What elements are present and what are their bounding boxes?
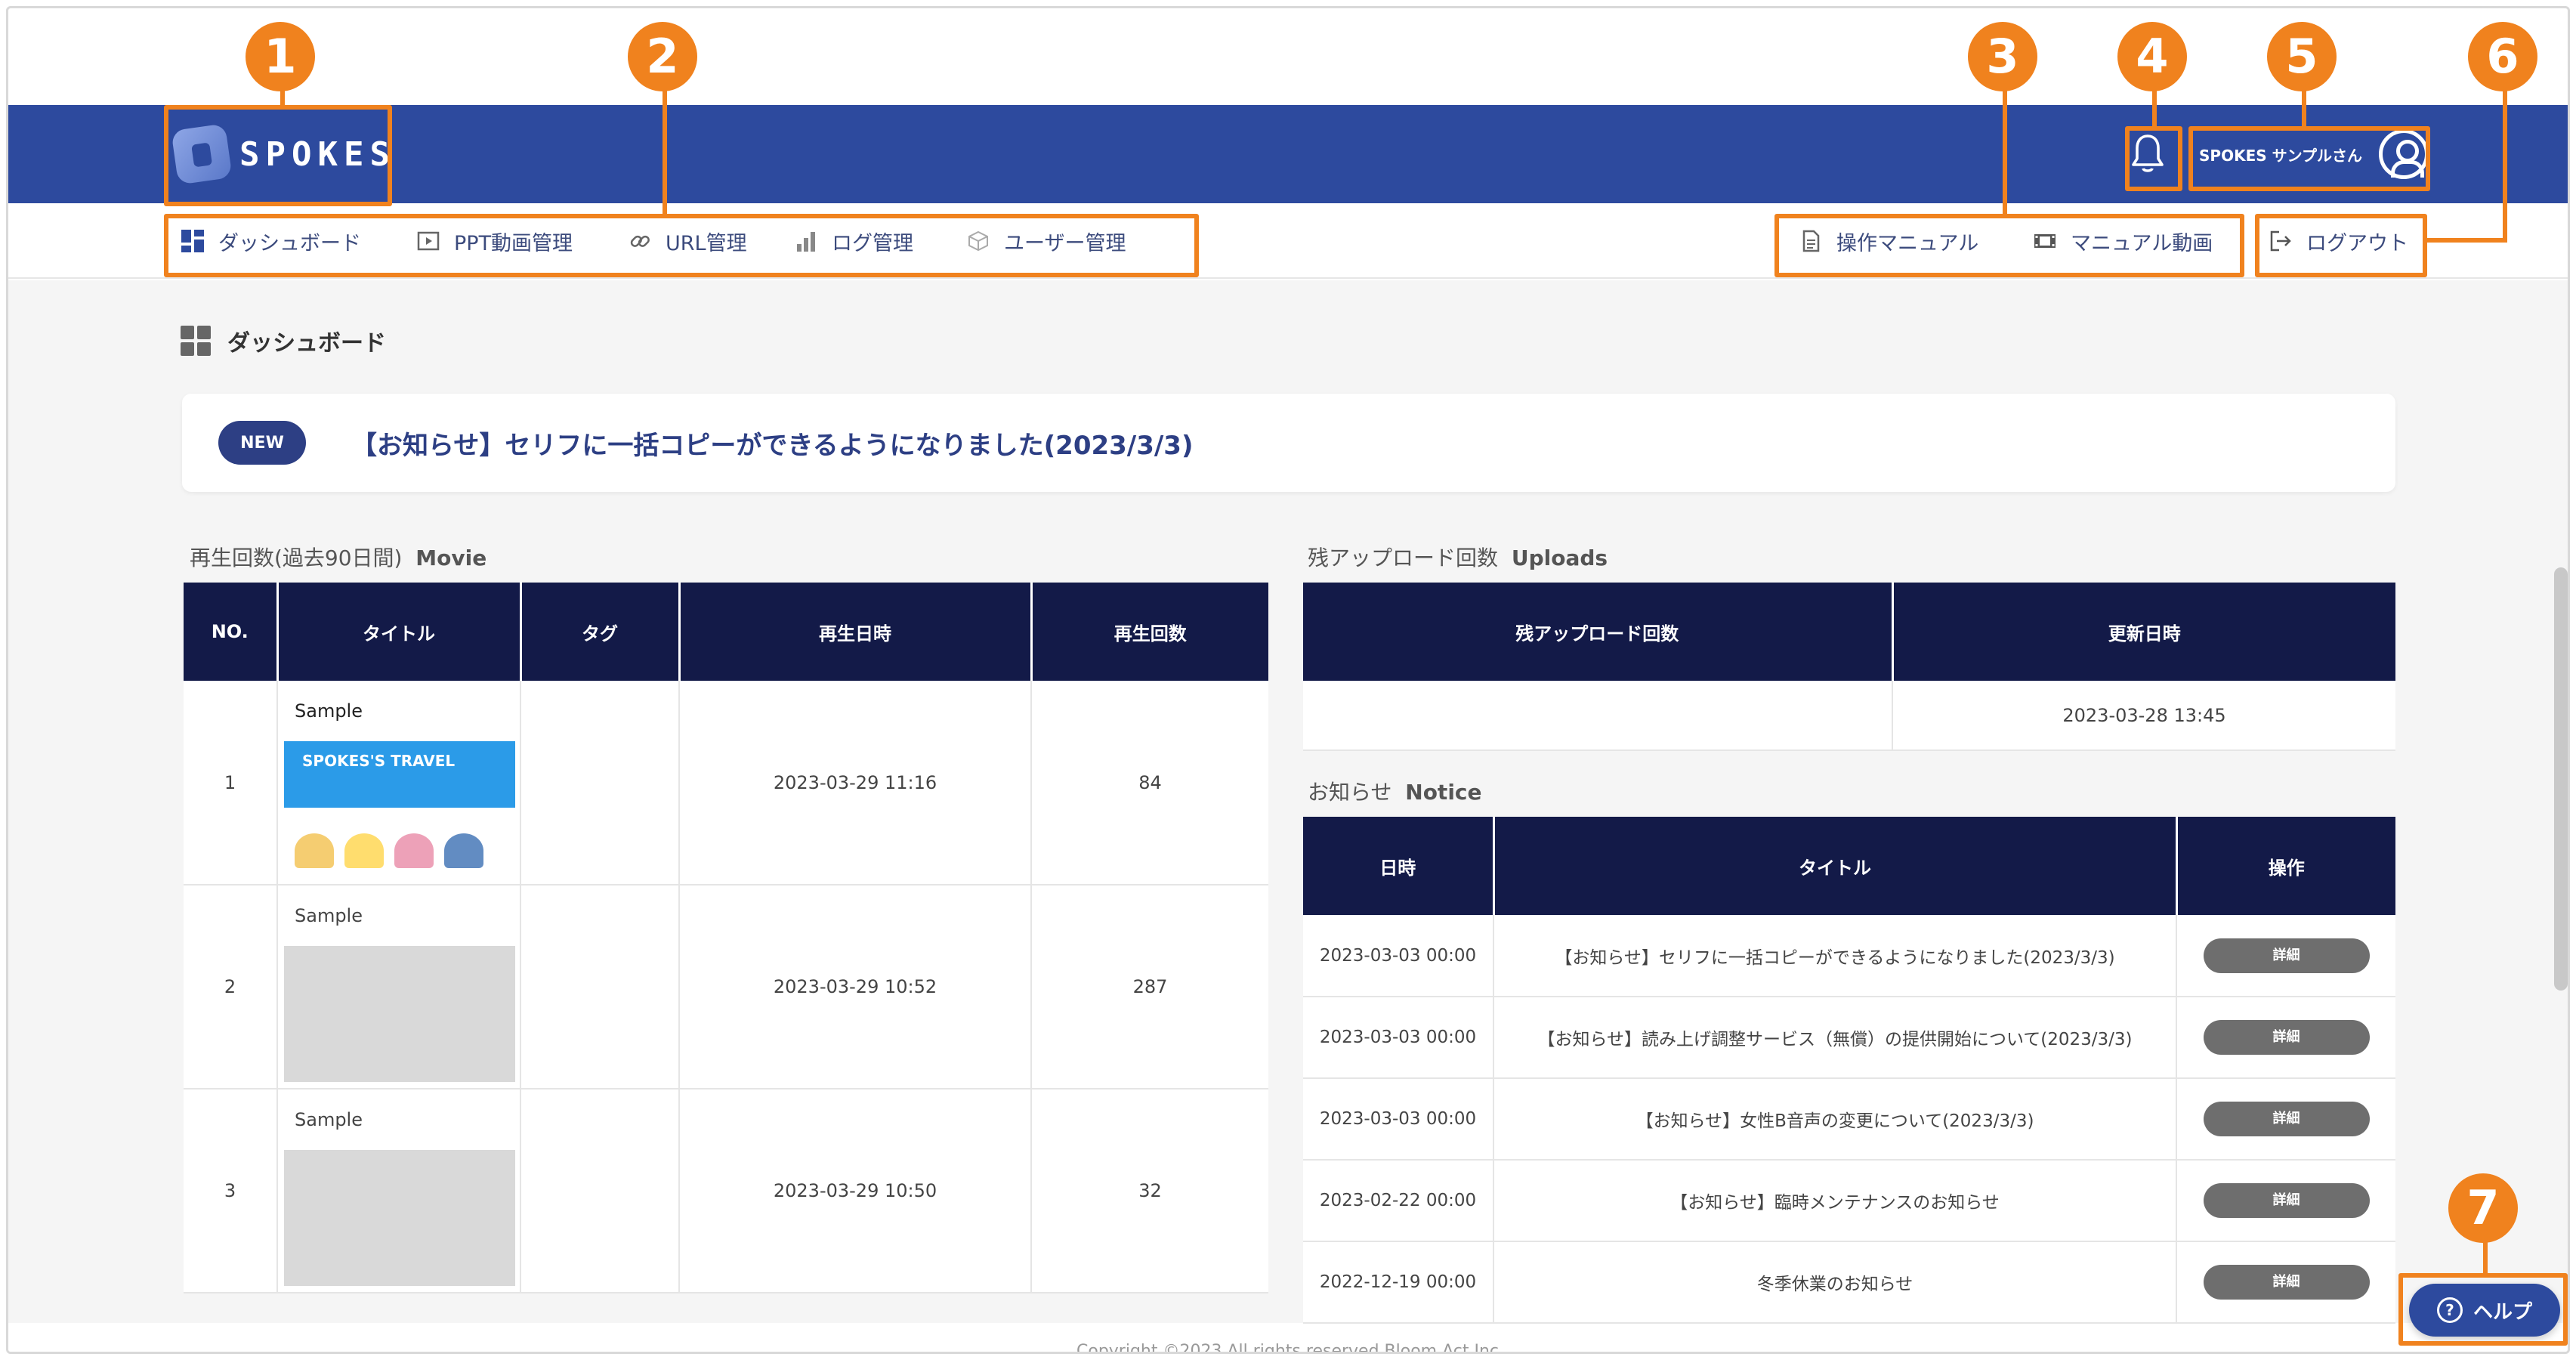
col-play-count: 再生回数 bbox=[1031, 583, 1268, 681]
bar-chart-icon bbox=[794, 229, 818, 253]
col-updated: 更新日時 bbox=[1892, 583, 2395, 681]
detail-button[interactable]: 詳細 bbox=[2203, 1265, 2370, 1300]
user-name: SPOKES サンプルさん bbox=[2199, 146, 2362, 165]
video-thumbnail-cell[interactable]: Sample bbox=[277, 1089, 521, 1294]
col-date: 日時 bbox=[1303, 817, 1495, 915]
callout-5: 5 bbox=[2267, 22, 2337, 91]
movie-table-header: NO. タイトル タグ 再生日時 再生回数 bbox=[184, 583, 1268, 681]
play-box-icon bbox=[416, 229, 440, 253]
help-button[interactable]: ? ヘルプ bbox=[2409, 1284, 2560, 1337]
callout-3: 3 bbox=[1968, 22, 2037, 91]
upload-section-label: 残アップロード回数 Uploads bbox=[1308, 546, 1608, 570]
col-remaining: 残アップロード回数 bbox=[1303, 583, 1894, 681]
col-action: 操作 bbox=[2176, 817, 2395, 915]
nav-manual-label: 操作マニュアル bbox=[1836, 231, 1979, 255]
logo-mark-icon bbox=[171, 123, 233, 185]
table-row: 2023-02-22 00:00 【お知らせ】臨時メンテナンスのお知らせ 詳細 bbox=[1303, 1160, 2395, 1242]
callout-6: 6 bbox=[2468, 22, 2537, 91]
banner-text[interactable]: 【お知らせ】セリフに一括コピーができるようになりました(2023/3/3) bbox=[351, 425, 1194, 462]
nav-log-label: ログ管理 bbox=[832, 231, 913, 255]
notice-table-header: 日時 タイトル 操作 bbox=[1303, 817, 2395, 915]
table-row: 2023-03-03 00:00 【お知らせ】女性B音声の変更について(2023… bbox=[1303, 1078, 2395, 1161]
video-thumbnail-cell[interactable]: Sample SPOKES'S TRAVEL bbox=[277, 681, 521, 886]
table-row[interactable]: 2 Sample 2023-03-29 10:52 287 bbox=[184, 885, 1268, 1090]
link-icon bbox=[628, 229, 652, 253]
notice-section-label: お知らせ Notice bbox=[1308, 780, 1482, 805]
nav-ppt-video-label: PPT動画管理 bbox=[454, 231, 573, 255]
table-row: 2023-03-03 00:00 【お知らせ】セリフに一括コピーができるようにな… bbox=[1303, 915, 2395, 997]
video-thumbnail[interactable] bbox=[284, 1150, 515, 1286]
detail-button[interactable]: 詳細 bbox=[2203, 1102, 2370, 1136]
browser-frame: SPOKES SPOKES サンプルさん ダッシュボード PPT動画管理 URL… bbox=[6, 6, 2570, 1354]
nav-bar: ダッシュボード PPT動画管理 URL管理 ログ管理 ユーザー管理 操作マニュア… bbox=[8, 203, 2568, 279]
thumbnail-illustration bbox=[284, 815, 515, 868]
spokes-logo[interactable]: SPOKES bbox=[171, 120, 396, 188]
table-row[interactable]: 1 Sample SPOKES'S TRAVEL 2023-03-29 11:1… bbox=[184, 681, 1268, 886]
dashboard-icon bbox=[181, 229, 205, 253]
nav-manual-video[interactable]: マニュアル動画 bbox=[2033, 226, 2213, 256]
detail-button[interactable]: 詳細 bbox=[2203, 1183, 2370, 1218]
user-menu[interactable]: SPOKES サンプルさん bbox=[2199, 128, 2429, 181]
help-label: ヘルプ bbox=[2473, 1300, 2532, 1324]
scrollbar[interactable] bbox=[2554, 567, 2568, 991]
nav-manual[interactable]: 操作マニュアル bbox=[1799, 226, 1978, 256]
user-avatar-icon bbox=[2379, 129, 2429, 179]
nav-dashboard[interactable]: ダッシュボード bbox=[181, 226, 361, 256]
logout-icon bbox=[2269, 229, 2293, 253]
notice-table: 日時 タイトル 操作 2023-03-03 00:00 【お知らせ】セリフに一括… bbox=[1303, 817, 2395, 1324]
video-thumbnail[interactable] bbox=[284, 946, 515, 1082]
logout-label: ログアウト bbox=[2306, 231, 2408, 255]
col-tag: タグ bbox=[520, 583, 681, 681]
nav-manual-video-label: マニュアル動画 bbox=[2071, 231, 2213, 255]
nav-dashboard-label: ダッシュボード bbox=[218, 231, 361, 255]
copyright: Copyright ©2023 All rights reserved Bloo… bbox=[8, 1329, 2568, 1352]
page-title-text: ダッシュボード bbox=[227, 330, 386, 357]
video-thumbnail-cell[interactable]: Sample bbox=[277, 885, 521, 1090]
dashboard-grid-icon bbox=[181, 326, 211, 356]
table-row: 2022-12-19 00:00 冬季休業のお知らせ 詳細 bbox=[1303, 1241, 2395, 1324]
document-icon bbox=[1799, 229, 1823, 253]
callout-4: 4 bbox=[2117, 22, 2187, 91]
main-content: ダッシュボード NEW 【お知らせ】セリフに一括コピーができるようになりました(… bbox=[8, 280, 2568, 1352]
page-title: ダッシュボード bbox=[181, 324, 386, 357]
col-notice-title: タイトル bbox=[1493, 817, 2178, 915]
bell-icon bbox=[2132, 134, 2164, 172]
upload-table: 残アップロード回数 更新日時 2023-03-28 13:45 bbox=[1303, 583, 2395, 751]
cube-icon bbox=[966, 229, 990, 253]
table-row[interactable]: 3 Sample 2023-03-29 10:50 32 bbox=[184, 1089, 1268, 1294]
logo-text: SPOKES bbox=[239, 134, 396, 174]
detail-button[interactable]: 詳細 bbox=[2203, 1020, 2370, 1055]
help-icon: ? bbox=[2436, 1297, 2463, 1323]
nav-url-label: URL管理 bbox=[666, 231, 747, 255]
nav-user-label: ユーザー管理 bbox=[1004, 231, 1126, 255]
upload-table-header: 残アップロード回数 更新日時 bbox=[1303, 583, 2395, 681]
callout-1: 1 bbox=[246, 22, 315, 91]
detail-button[interactable]: 詳細 bbox=[2203, 938, 2370, 973]
movie-table: NO. タイトル タグ 再生日時 再生回数 1 Sample SPOKES'S … bbox=[184, 583, 1268, 1294]
col-no: NO. bbox=[184, 583, 279, 681]
video-thumbnail[interactable]: SPOKES'S TRAVEL bbox=[284, 741, 515, 877]
header-bar: SPOKES SPOKES サンプルさん bbox=[8, 105, 2568, 203]
col-play-date: 再生日時 bbox=[679, 583, 1033, 681]
table-row: 2023-03-28 13:45 bbox=[1303, 681, 2395, 751]
nav-ppt-video[interactable]: PPT動画管理 bbox=[416, 226, 573, 256]
callout-7: 7 bbox=[2448, 1173, 2518, 1243]
col-title: タイトル bbox=[277, 583, 522, 681]
thumbnail-banner-text: SPOKES'S TRAVEL bbox=[284, 741, 515, 808]
nav-url[interactable]: URL管理 bbox=[628, 226, 747, 256]
nav-log[interactable]: ログ管理 bbox=[794, 226, 913, 256]
film-icon bbox=[2033, 229, 2057, 253]
callout-2: 2 bbox=[628, 22, 697, 91]
notice-banner[interactable]: NEW 【お知らせ】セリフに一括コピーができるようになりました(2023/3/3… bbox=[182, 394, 2395, 492]
new-badge: NEW bbox=[218, 421, 306, 465]
nav-user[interactable]: ユーザー管理 bbox=[966, 226, 1126, 256]
notification-button[interactable] bbox=[2124, 128, 2172, 181]
logout-button[interactable]: ログアウト bbox=[2269, 226, 2408, 256]
table-row: 2023-03-03 00:00 【お知らせ】読み上げ調整サービス（無償）の提供… bbox=[1303, 997, 2395, 1079]
movie-section-label: 再生回数(過去90日間) Movie bbox=[190, 546, 487, 570]
